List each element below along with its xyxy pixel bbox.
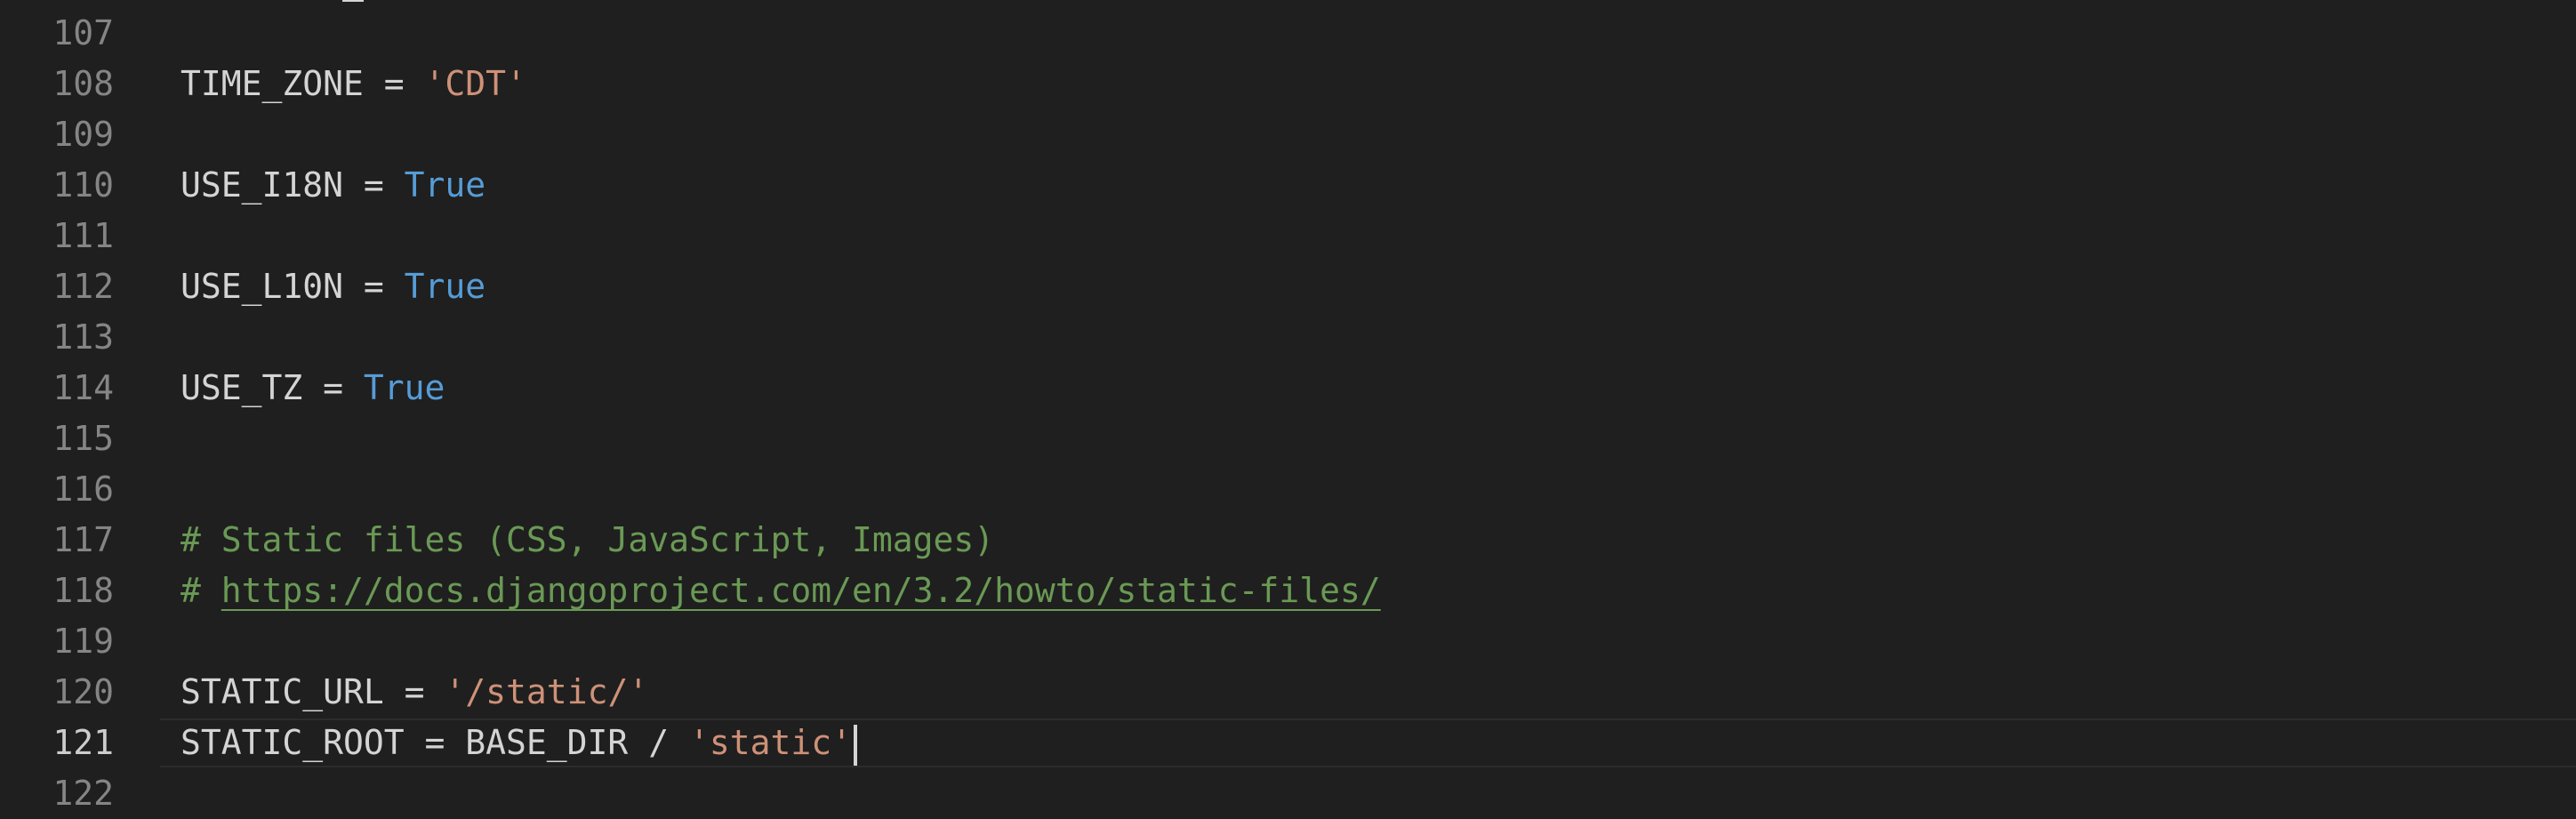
code-line[interactable]: 114 USE_TZ = True: [0, 363, 2576, 414]
boolean-literal: True: [404, 267, 486, 306]
boolean-literal: True: [404, 165, 486, 205]
line-number: 122: [52, 774, 114, 813]
code-line[interactable]: 112 USE_L10N = True: [0, 261, 2576, 312]
text-cursor: [853, 724, 857, 766]
line-number: 121: [52, 723, 114, 762]
code-line[interactable]: 118 # https://docs.djangoproject.com/en/3…: [0, 566, 2576, 616]
line-number: 120: [52, 672, 114, 711]
code-line[interactable]: 108 TIME_ZONE = 'CDT': [0, 59, 2576, 109]
line-number: 116: [52, 470, 114, 509]
line-number: 117: [52, 520, 114, 559]
line-number: 107: [52, 13, 114, 52]
string-literal: 'static': [688, 723, 852, 762]
code-token: USE_TZ =: [181, 368, 364, 407]
line-number: 113: [52, 317, 114, 357]
code-text[interactable]: # https://docs.djangoproject.com/en/3.2/…: [181, 566, 1381, 616]
line-number: 111: [52, 216, 114, 255]
comment-link[interactable]: https://docs.djangoproject.com/en/3.2/ho…: [221, 571, 1381, 610]
line-number: 108: [52, 64, 114, 103]
code-line[interactable]: 107: [0, 8, 2576, 59]
code-line[interactable]: 120 STATIC_URL = '/static/': [0, 667, 2576, 718]
code-token: TIME_ZONE =: [181, 64, 425, 103]
line-number: 115: [52, 419, 114, 458]
comment-text: #: [181, 571, 221, 610]
code-editor[interactable]: 107 108 TIME_ZONE = 'CDT' 109 110 USE_I18N = …: [0, 0, 2576, 813]
code-text[interactable]: STATIC_URL = '/static/': [181, 667, 648, 718]
code-line[interactable]: 116: [0, 464, 2576, 515]
code-text[interactable]: USE_TZ = True: [181, 363, 445, 414]
code-text[interactable]: USE_I18N = True: [181, 160, 486, 211]
code-token: STATIC_URL =: [181, 672, 445, 711]
code-line[interactable]: 113: [0, 312, 2576, 363]
string-literal: 'CDT': [424, 64, 526, 103]
code-line[interactable]: 109: [0, 109, 2576, 160]
code-text[interactable]: STATIC_ROOT = BASE_DIR / 'static': [181, 718, 857, 768]
code-line[interactable]: 119: [0, 616, 2576, 667]
current-code-line[interactable]: 121 STATIC_ROOT = BASE_DIR / 'static': [0, 718, 2576, 768]
line-number: 114: [52, 368, 114, 407]
code-token: USE_L10N =: [181, 267, 405, 306]
code-token: USE_I18N =: [181, 165, 405, 205]
code-text[interactable]: # Static files (CSS, JavaScript, Images): [181, 515, 994, 566]
string-literal: '/static/': [445, 672, 649, 711]
code-text[interactable]: USE_L10N = True: [181, 261, 486, 312]
code-line[interactable]: 110 USE_I18N = True: [0, 160, 2576, 211]
comment-text: # Static files (CSS, JavaScript, Images): [181, 520, 995, 559]
line-number: 110: [52, 165, 114, 205]
line-number: 118: [52, 571, 114, 610]
clipped-previous-line-text: [342, 0, 364, 2]
code-line[interactable]: 111: [0, 211, 2576, 261]
line-number: 119: [52, 622, 114, 661]
line-number: 112: [52, 267, 114, 306]
code-line[interactable]: 117 # Static files (CSS, JavaScript, Imag…: [0, 515, 2576, 566]
boolean-literal: True: [363, 368, 445, 407]
code-text[interactable]: TIME_ZONE = 'CDT': [181, 59, 526, 109]
code-line[interactable]: 115: [0, 414, 2576, 464]
line-number: 109: [52, 115, 114, 154]
code-line[interactable]: 122: [0, 768, 2576, 819]
code-token: STATIC_ROOT = BASE_DIR /: [181, 723, 689, 762]
